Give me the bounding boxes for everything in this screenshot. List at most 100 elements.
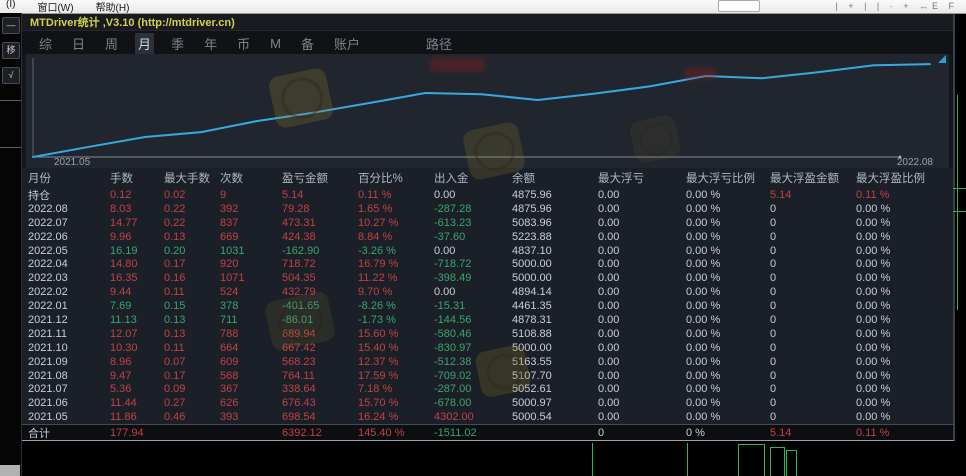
table-cell: 4302.00 bbox=[434, 411, 512, 423]
table-cell: 0.00 % bbox=[856, 245, 953, 257]
tab-备[interactable]: 备 bbox=[298, 33, 317, 54]
column-header: 最大浮亏 bbox=[598, 170, 686, 186]
table-cell: 568 bbox=[220, 370, 282, 382]
table-cell: 15.40 % bbox=[358, 342, 434, 354]
table-cell: 0.02 bbox=[164, 189, 220, 201]
menu-item[interactable]: (I) bbox=[6, 0, 15, 14]
table-cell: 11.86 bbox=[110, 411, 164, 423]
table-cell: -1511.02 bbox=[434, 427, 512, 439]
table-row[interactable]: 2022.088.030.2239279.281.65 %-287.284875… bbox=[22, 202, 953, 216]
table-row[interactable]: 2022.029.440.11524432.799.70 %0.004894.1… bbox=[22, 285, 953, 299]
table-cell: 0.15 bbox=[164, 300, 220, 312]
table-cell: 8.03 bbox=[110, 203, 164, 215]
panel-title: MTDriver统计 ,V3.10 (http://mtdriver.cn) bbox=[22, 14, 235, 30]
table-cell: 0.00 bbox=[598, 411, 686, 423]
table-cell: -580.46 bbox=[434, 328, 512, 340]
table-cell: 0.00 bbox=[598, 383, 686, 395]
column-header: 盈亏金额 bbox=[282, 170, 358, 186]
table-cell: 0.00 bbox=[598, 217, 686, 229]
table-row[interactable]: 2022.069.960.13669424.388.84 %-37.605223… bbox=[22, 230, 953, 244]
screen: (I)窗口(W)帮助(H) | + | | · + ↔E F —移√ MTDri… bbox=[0, 0, 966, 476]
tab-路径[interactable]: 路径 bbox=[423, 33, 455, 54]
table-cell: 2021.10 bbox=[28, 342, 110, 354]
tab-日[interactable]: 日 bbox=[69, 33, 88, 54]
toolbar-dropdown[interactable] bbox=[718, 0, 760, 12]
table-cell: 0.11 % bbox=[856, 189, 953, 201]
table-row[interactable]: 2022.017.690.15378-401.65-8.26 %-15.3144… bbox=[22, 299, 953, 313]
table-cell: 5.14 bbox=[770, 189, 856, 201]
tab-季[interactable]: 季 bbox=[168, 33, 187, 54]
table-cell: 0.13 bbox=[164, 328, 220, 340]
scroll-corner bbox=[0, 465, 20, 476]
tab-账户[interactable]: 账户 bbox=[331, 33, 363, 54]
table-row[interactable]: 2021.1211.130.13711-86.01-1.73 %-144.564… bbox=[22, 313, 953, 327]
table-cell: -398.49 bbox=[434, 272, 512, 284]
table-cell: 0.00 % bbox=[856, 411, 953, 423]
table-cell: 504.35 bbox=[282, 272, 358, 284]
table-row[interactable]: 2022.0516.190.201031-162.90-3.26 %0.0048… bbox=[22, 244, 953, 258]
panel-title-bar[interactable]: MTDriver统计 ,V3.10 (http://mtdriver.cn) bbox=[22, 14, 953, 31]
table-cell: 0.00 bbox=[598, 328, 686, 340]
strip-button-2[interactable]: 移 bbox=[2, 42, 20, 59]
table-cell: 14.80 bbox=[110, 258, 164, 270]
tab-M[interactable]: M bbox=[267, 35, 284, 52]
table-cell: -37.60 bbox=[434, 231, 512, 243]
chart-resize-handle[interactable] bbox=[938, 55, 946, 63]
tab-币[interactable]: 币 bbox=[234, 33, 253, 54]
table-total-row[interactable]: 合计177.946392.12145.40 %-1511.0200 %5.140… bbox=[22, 424, 953, 440]
column-header: 次数 bbox=[220, 170, 282, 186]
table-cell: -144.56 bbox=[434, 314, 512, 326]
table-cell: 79.28 bbox=[282, 203, 358, 215]
table-row[interactable]: 2022.0714.770.22837473.3110.27 %-613.235… bbox=[22, 216, 953, 230]
table-row[interactable]: 持仓0.120.0295.140.11 %0.004875.960.000.00… bbox=[22, 188, 953, 202]
table-cell: 2021.06 bbox=[28, 397, 110, 409]
table-cell: 0.00 bbox=[598, 258, 686, 270]
table-cell: 0.22 bbox=[164, 203, 220, 215]
table-cell: 7.18 % bbox=[358, 383, 434, 395]
strip-button-3[interactable]: √ bbox=[2, 67, 20, 84]
table-cell: 0.00 bbox=[598, 286, 686, 298]
table-cell: 393 bbox=[220, 411, 282, 423]
menu-item[interactable]: 帮助(H) bbox=[96, 0, 130, 14]
table-cell: 0 bbox=[770, 383, 856, 395]
divider bbox=[0, 147, 21, 148]
table-cell: 5000.00 bbox=[512, 272, 598, 284]
table-cell: 0.00 % bbox=[686, 245, 770, 257]
table-cell: 0.00 % bbox=[856, 356, 953, 368]
strip-button-1[interactable]: — bbox=[2, 17, 20, 34]
table-row[interactable]: 2022.0414.800.17920718.7216.79 %-718.725… bbox=[22, 257, 953, 271]
tab-年[interactable]: 年 bbox=[201, 33, 220, 54]
table-cell: 0 bbox=[770, 342, 856, 354]
table-cell: -613.23 bbox=[434, 217, 512, 229]
table-cell: 12.07 bbox=[110, 328, 164, 340]
tab-月[interactable]: 月 bbox=[135, 33, 154, 54]
table-cell: 2021.09 bbox=[28, 356, 110, 368]
tab-综[interactable]: 综 bbox=[36, 33, 55, 54]
column-header: 最大浮盈金额 bbox=[770, 170, 856, 186]
x-axis-start-label: 2021.05 bbox=[54, 157, 90, 168]
table-row[interactable]: 2021.0611.440.27626676.4315.70 %-678.005… bbox=[22, 396, 953, 410]
table-cell: 9.44 bbox=[110, 286, 164, 298]
table-cell: 0.00 bbox=[598, 300, 686, 312]
menu-items: (I) 窗口(W) 帮助(H) bbox=[0, 0, 129, 14]
tab-bar: 综日周月季年币M备账户 路径 bbox=[22, 31, 953, 55]
tab-周[interactable]: 周 bbox=[102, 33, 121, 54]
table-cell: 764.11 bbox=[282, 370, 358, 382]
table-cell: 0.00 % bbox=[856, 328, 953, 340]
table-cell: 2022.07 bbox=[28, 217, 110, 229]
table-row[interactable]: 2021.0511.860.46393698.5416.24 %4302.005… bbox=[22, 410, 953, 424]
table-cell: 2021.12 bbox=[28, 314, 110, 326]
menu-item[interactable]: 窗口(W) bbox=[37, 0, 73, 14]
table-cell: 0.00 % bbox=[856, 217, 953, 229]
table-cell: 0.17 bbox=[164, 258, 220, 270]
table-cell: 0 bbox=[770, 314, 856, 326]
table-cell: 4461.35 bbox=[512, 300, 598, 312]
table-cell: 0.00 % bbox=[686, 300, 770, 312]
table-cell: -15.31 bbox=[434, 300, 512, 312]
table-cell: 0.13 bbox=[164, 231, 220, 243]
table-cell: 837 bbox=[220, 217, 282, 229]
table-row[interactable]: 2022.0316.350.161071504.3511.22 %-398.49… bbox=[22, 271, 953, 285]
table-cell: 5108.88 bbox=[512, 328, 598, 340]
table-cell: 0.00 % bbox=[856, 370, 953, 382]
table-row[interactable]: 2021.1112.070.13788689.9415.60 %-580.465… bbox=[22, 327, 953, 341]
